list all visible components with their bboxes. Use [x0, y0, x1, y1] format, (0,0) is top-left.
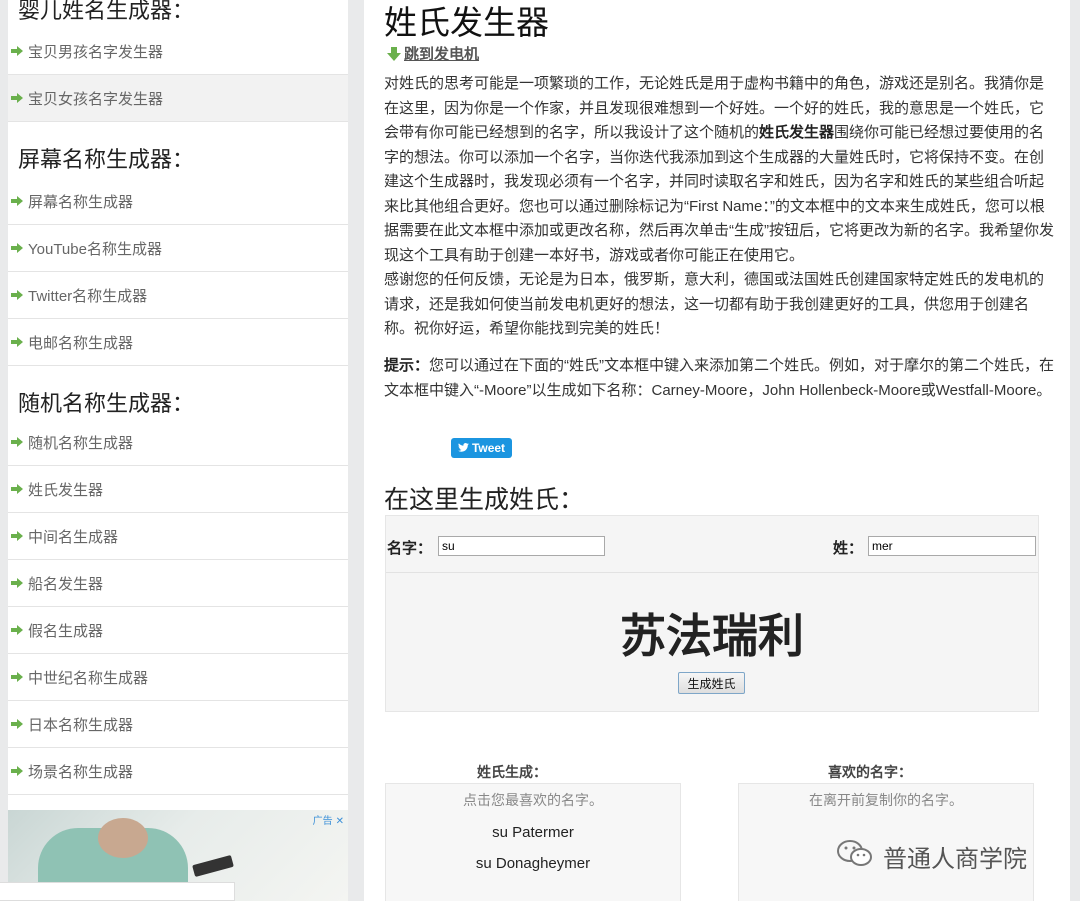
tip-text: 您可以通过在下面的“姓氏”文本框中键入来添加第二个姓氏。例如，对于摩尔的第二个姓…: [384, 357, 1055, 399]
sidebar-item-boat-name[interactable]: 船名发生器: [8, 560, 348, 607]
generate-surname-button[interactable]: 生成姓氏: [678, 672, 745, 694]
sidebar-item-label: 场景名称生成器: [28, 763, 134, 781]
sidebar-item-japanese-name[interactable]: 日本名称生成器: [8, 701, 348, 748]
section-title-baby-names: 婴儿姓名生成器：: [18, 0, 195, 24]
tweet-label: Tweet: [471, 441, 506, 455]
arrow-right-icon: [11, 766, 23, 776]
list-item[interactable]: su Patermer: [386, 824, 680, 841]
feedback-paragraph: 感谢您的任何反馈，无论是为日本，俄罗斯，意大利，德国或法国姓氏创建国家特定姓氏的…: [384, 271, 1045, 337]
arrow-right-icon: [11, 625, 23, 635]
twitter-bird-icon: [458, 441, 469, 455]
arrow-right-icon: [11, 531, 23, 541]
jump-link-text: 跳到发电机: [404, 46, 480, 63]
tip-label: 提示：: [384, 357, 430, 374]
sidebar-item-label: YouTube名称生成器: [28, 240, 162, 258]
ad-overlay-strip: [0, 882, 235, 901]
last-name-label: 姓：: [833, 540, 864, 557]
sidebar-item-label: 宝贝女孩名字发生器: [28, 90, 164, 108]
ad-label[interactable]: 广告 ✕: [313, 812, 344, 827]
main-content: 姓氏发生器 跳到发电机 对姓氏的思考可能是一项繁琐的工作，无论姓氏是用于虚构书籍…: [364, 0, 1070, 901]
sidebar-section-baby-names: 婴儿姓名生成器： 宝贝男孩名字发生器 宝贝女孩名字发生器: [8, 0, 348, 122]
sidebar-item-label: 宝贝男孩名字发生器: [28, 43, 164, 61]
sidebar-item-baby-girl[interactable]: 宝贝女孩名字发生器: [8, 75, 348, 122]
sidebar-item-label: 日本名称生成器: [28, 716, 134, 734]
section-title-screen-names: 屏幕名称生成器：: [18, 148, 195, 173]
page-title: 姓氏发生器: [384, 3, 549, 42]
last-name-input[interactable]: [868, 536, 1036, 556]
arrow-right-icon: [11, 719, 23, 729]
ad-label-text: 广告: [312, 816, 333, 827]
sidebar-item-label: 假名生成器: [28, 622, 104, 640]
arrow-right-icon: [11, 337, 23, 347]
sidebar-item-twitter-name[interactable]: Twitter名称生成器: [8, 272, 348, 319]
generator-input-row: 名字： 姓：: [386, 516, 1038, 573]
arrow-right-icon: [11, 196, 23, 206]
list-item[interactable]: su Donagheymer: [386, 855, 680, 872]
sidebar-item-label: 中世纪名称生成器: [28, 669, 149, 687]
arrow-right-icon: [11, 290, 23, 300]
sidebar-item-label: 船名发生器: [28, 575, 104, 593]
sidebar-item-label: 随机名称生成器: [28, 434, 134, 452]
generated-list-title: 姓氏生成：: [477, 765, 547, 781]
sidebar-section-random-names: 随机名称生成器： 随机名称生成器 姓氏发生器 中间名生成器 船名发生器 假名生成…: [8, 392, 348, 795]
arrow-right-icon: [11, 578, 23, 588]
arrow-right-icon: [11, 484, 23, 494]
first-name-input[interactable]: [438, 536, 605, 556]
intro-text-b: 围绕你可能已经想过要使用的名字的想法。你可以添加一个名字，当你迭代我添加到这个生…: [384, 124, 1054, 264]
sidebar-item-medieval-name[interactable]: 中世纪名称生成器: [8, 654, 348, 701]
arrow-right-icon: [11, 243, 23, 253]
generated-names-list: 点击您最喜欢的名字。 su Patermer su Donagheymer: [385, 783, 681, 901]
sidebar-item-screen-name[interactable]: 屏幕名称生成器: [8, 178, 348, 225]
sidebar-section-screen-names: 屏幕名称生成器： 屏幕名称生成器 YouTube名称生成器 Twitter名称生…: [8, 148, 348, 366]
jump-to-generator-link[interactable]: 跳到发电机: [386, 43, 479, 64]
first-name-label: 名字：: [387, 540, 433, 557]
watermark-text: 普通人商学院: [883, 844, 1027, 873]
arrow-right-icon: [11, 93, 23, 103]
arrow-right-icon: [11, 437, 23, 447]
download-arrow-icon: [386, 46, 402, 62]
watermark: 普通人商学院: [835, 838, 1027, 874]
sidebar-item-youtube-name[interactable]: YouTube名称生成器: [8, 225, 348, 272]
sidebar-item-random-name[interactable]: 随机名称生成器: [8, 419, 348, 466]
sidebar-item-baby-boy[interactable]: 宝贝男孩名字发生器: [8, 28, 348, 75]
sidebar: 婴儿姓名生成器： 宝贝男孩名字发生器 宝贝女孩名字发生器 屏幕名称生成器： 屏幕…: [8, 0, 348, 901]
wechat-icon: [835, 838, 875, 874]
sidebar-item-label: 电邮名称生成器: [28, 334, 134, 352]
intro-bold: 姓氏发生器: [759, 124, 835, 141]
sidebar-item-fake-name[interactable]: 假名生成器: [8, 607, 348, 654]
generator-panel: 名字： 姓： 苏法瑞利 生成姓氏: [385, 515, 1039, 712]
sidebar-item-label: 屏幕名称生成器: [28, 193, 134, 211]
favorites-list-title: 喜欢的名字：: [828, 765, 912, 781]
sidebar-item-email-name[interactable]: 电邮名称生成器: [8, 319, 348, 366]
ad-close-icon[interactable]: ✕: [336, 816, 344, 827]
tip-paragraph: 提示：您可以通过在下面的“姓氏”文本框中键入来添加第二个姓氏。例如，对于摩尔的第…: [384, 354, 1054, 403]
sidebar-item-label: Twitter名称生成器: [28, 287, 148, 305]
ad-person-head: [98, 818, 148, 858]
section-title-random-names: 随机名称生成器：: [18, 392, 195, 417]
arrow-right-icon: [11, 672, 23, 682]
sidebar-item-label: 中间名生成器: [28, 528, 119, 546]
generated-hint: 点击您最喜欢的名字。: [463, 792, 603, 808]
sidebar-item-scene-name[interactable]: 场景名称生成器: [8, 748, 348, 795]
sidebar-item-surname[interactable]: 姓氏发生器: [8, 466, 348, 513]
intro-paragraph: 对姓氏的思考可能是一项繁琐的工作，无论姓氏是用于虚构书籍中的角色，游戏还是别名。…: [384, 72, 1054, 268]
sidebar-item-label: 姓氏发生器: [28, 481, 104, 499]
sidebar-item-middle-name[interactable]: 中间名生成器: [8, 513, 348, 560]
arrow-right-icon: [11, 46, 23, 56]
generate-heading: 在这里生成姓氏：: [384, 485, 585, 514]
tweet-button[interactable]: Tweet: [451, 438, 512, 458]
favorites-hint: 在离开前复制你的名字。: [809, 792, 963, 808]
generated-result: 苏法瑞利: [620, 609, 804, 663]
ad-tablet-illustration: [192, 855, 234, 877]
